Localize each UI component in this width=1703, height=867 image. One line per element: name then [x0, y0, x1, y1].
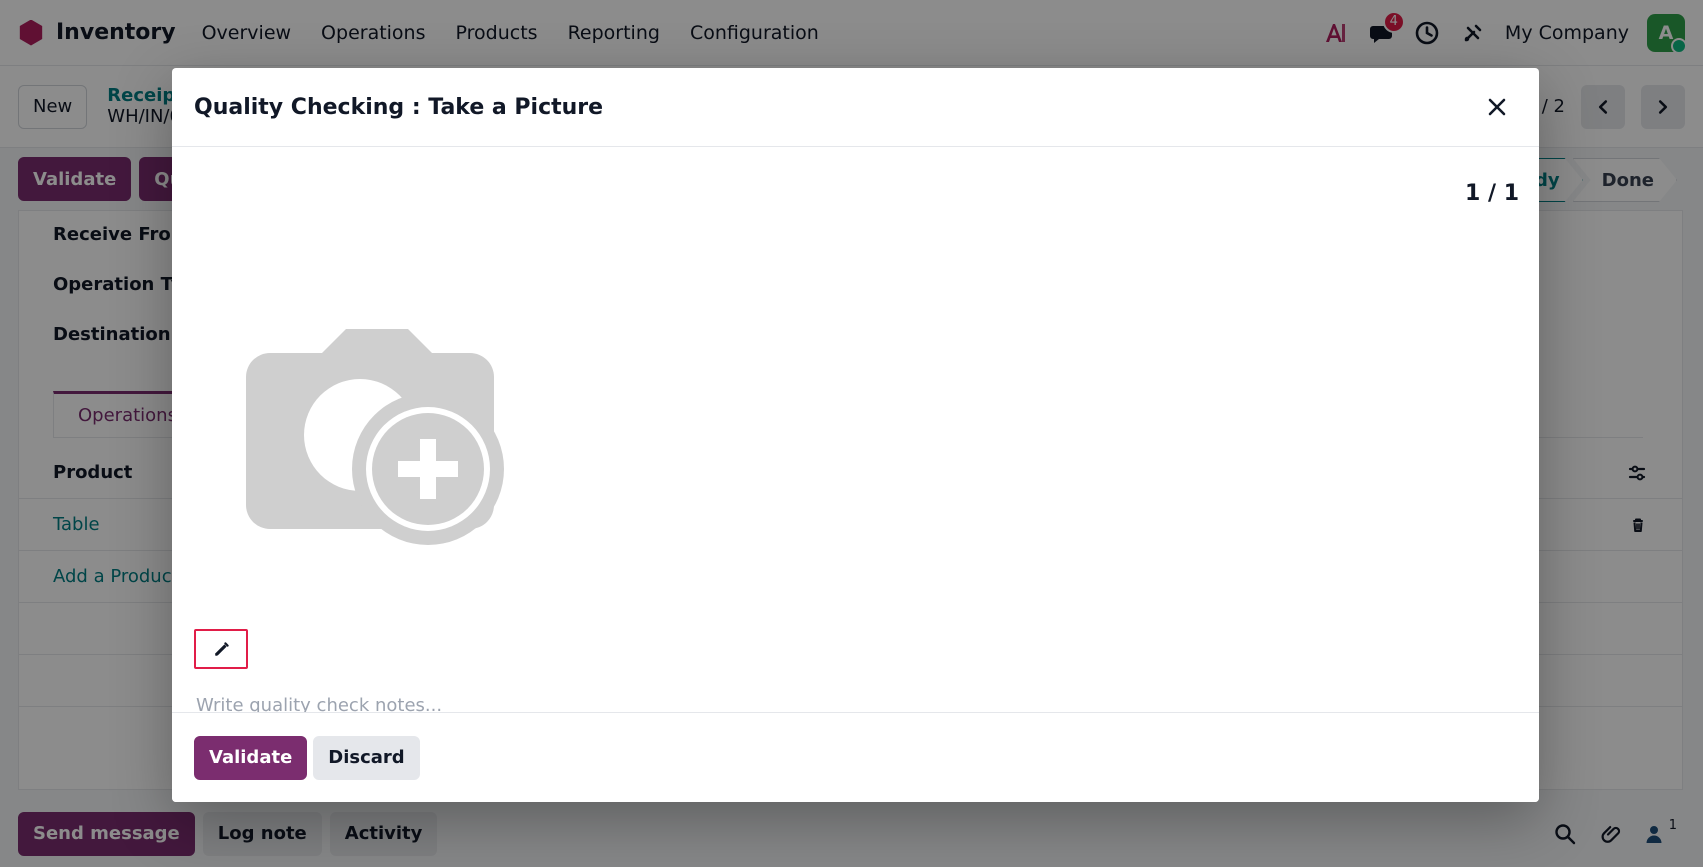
quality-check-dialog: Quality Checking : Take a Picture 1 / 1 [172, 68, 1539, 802]
dialog-header: Quality Checking : Take a Picture [172, 68, 1539, 147]
camera-add-icon [246, 329, 504, 545]
picture-placeholder[interactable] [232, 301, 512, 551]
dialog-body: 1 / 1 [172, 147, 1539, 737]
dialog-title: Quality Checking : Take a Picture [194, 94, 604, 120]
pencil-icon [215, 642, 229, 656]
close-icon [1488, 98, 1506, 116]
dialog-discard-button[interactable]: Discard [313, 735, 420, 780]
dialog-footer: Validate Discard [172, 712, 1539, 802]
dialog-validate-button[interactable]: Validate [194, 735, 308, 780]
close-button[interactable] [1477, 87, 1517, 127]
edit-picture-button[interactable] [194, 629, 248, 669]
check-counter: 1 / 1 [1465, 181, 1519, 206]
